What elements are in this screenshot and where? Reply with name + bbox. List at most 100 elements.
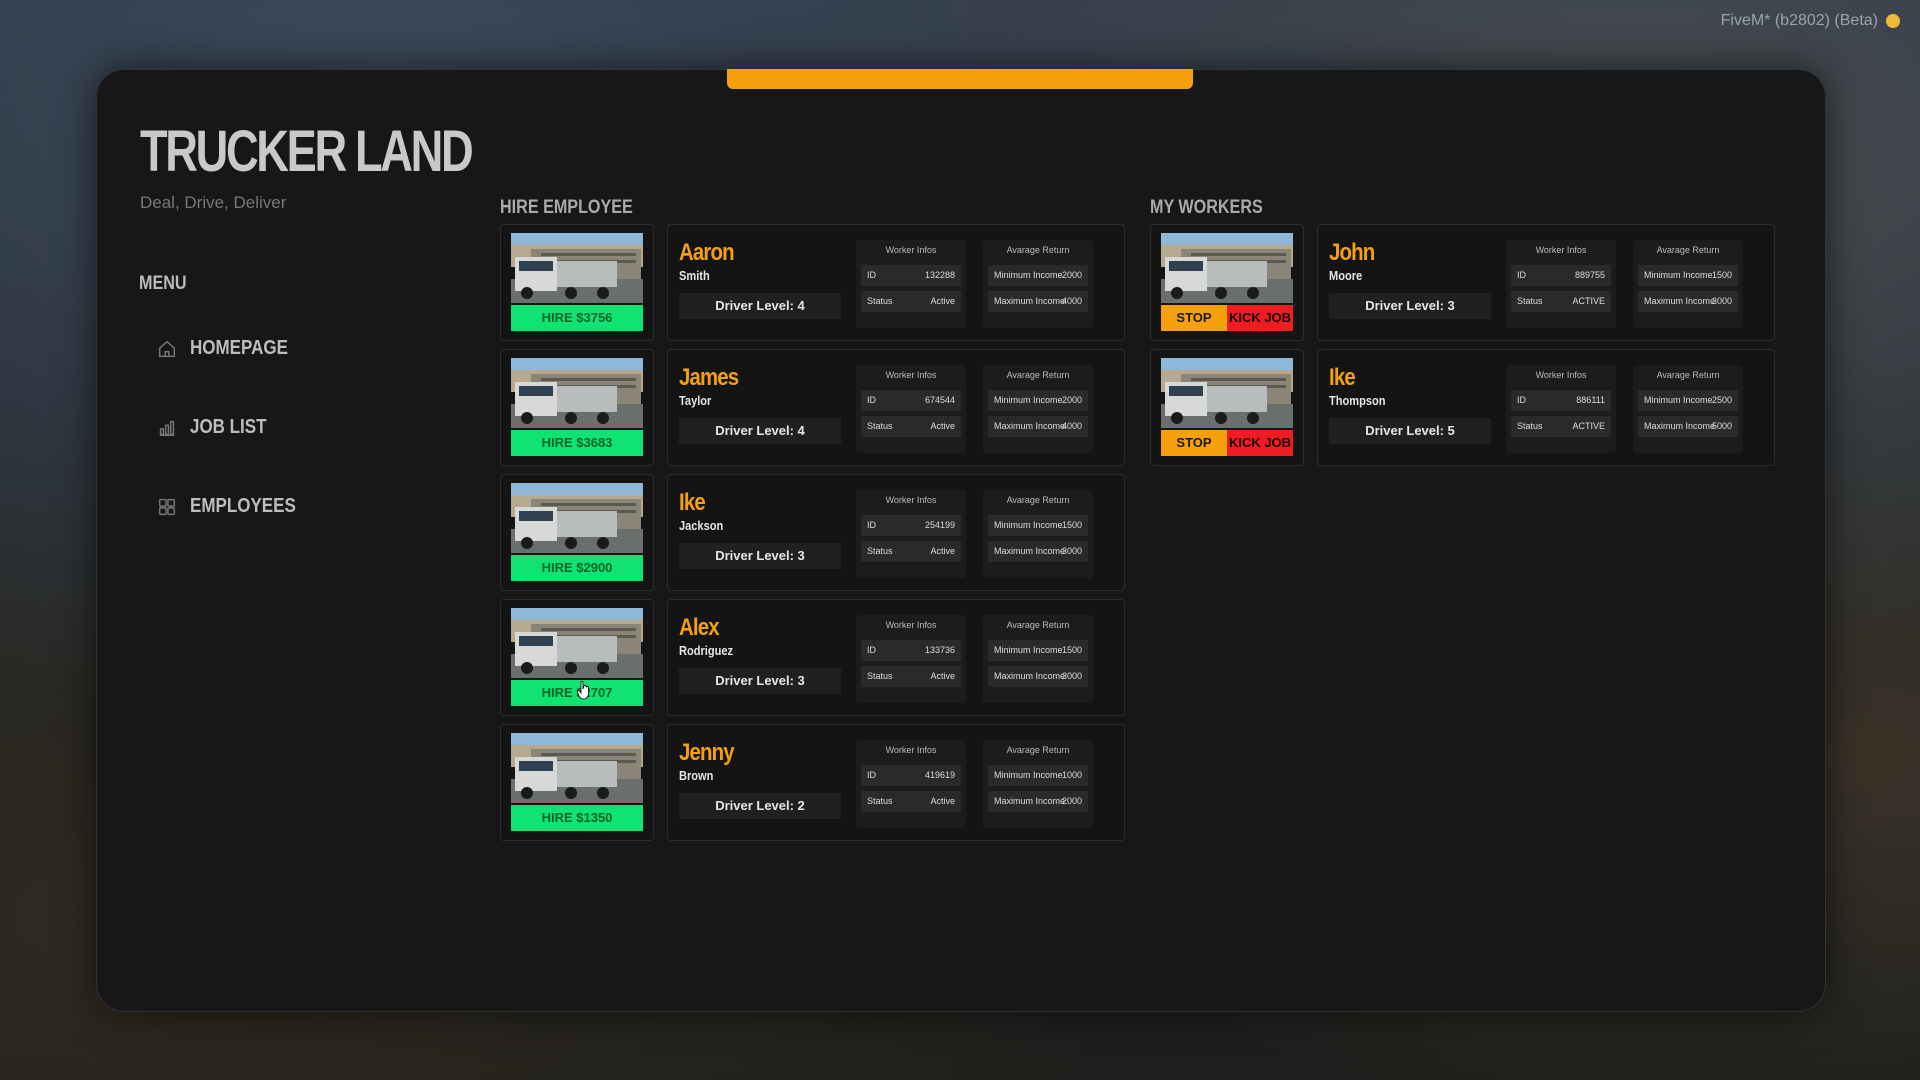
min-income-label: Minimum Income bbox=[1644, 395, 1713, 405]
average-return-box: Avarage Return Minimum Income 2000 Maximum … bbox=[983, 240, 1093, 328]
employee-image-card: HIRE $3683 bbox=[500, 349, 654, 466]
employee-image-card: HIRE $3756 bbox=[500, 224, 654, 341]
min-income-value: 1500 bbox=[1061, 520, 1082, 530]
bar-chart-icon bbox=[159, 420, 175, 436]
worker-infos-box: Worker Infos ID 674544 Status Active bbox=[856, 365, 966, 453]
stop-button[interactable]: STOP bbox=[1161, 430, 1227, 456]
status-value: Active bbox=[930, 421, 955, 431]
mouse-cursor-icon bbox=[577, 680, 589, 700]
box-title: Avarage Return bbox=[1006, 245, 1070, 255]
max-income-label: Maximum Income bbox=[994, 296, 1066, 306]
min-income-row: Minimum Income 2000 bbox=[988, 265, 1088, 286]
worker-image-card: STOP KICK JOB bbox=[1150, 224, 1304, 341]
workers-section-title: MY WORKERS bbox=[1150, 197, 1263, 218]
average-return-box: Avarage Return Minimum Income 1000 Maximum … bbox=[983, 740, 1093, 828]
box-title: Worker Infos bbox=[1535, 245, 1587, 255]
id-value: 886111 bbox=[1576, 395, 1605, 405]
id-label: ID bbox=[867, 770, 876, 780]
max-income-value: 4000 bbox=[1061, 296, 1082, 306]
grid-icon bbox=[158, 498, 176, 515]
min-income-label: Minimum Income bbox=[994, 395, 1063, 405]
kick-job-button[interactable]: KICK JOB bbox=[1227, 305, 1293, 331]
box-title: Worker Infos bbox=[885, 370, 937, 380]
average-return-box: Avarage Return Minimum Income 1500 Maximum … bbox=[983, 615, 1093, 703]
id-value: 133736 bbox=[924, 645, 955, 655]
max-income-label: Maximum Income bbox=[994, 546, 1066, 556]
max-income-label: Maximum Income bbox=[994, 421, 1066, 431]
hire-button[interactable]: HIRE $3683 bbox=[511, 430, 643, 456]
menu-item-label: JOB LIST bbox=[190, 416, 267, 438]
driver-level: Driver Level: 5 bbox=[1329, 418, 1491, 444]
max-income-row: Maximum Income 3000 bbox=[1638, 291, 1738, 312]
worker-image-card: STOP KICK JOB bbox=[1150, 349, 1304, 466]
build-text: FiveM* (b2802) (Beta) bbox=[1720, 12, 1878, 29]
max-income-row: Maximum Income 4000 bbox=[988, 291, 1088, 312]
status-value: Active bbox=[930, 796, 955, 806]
worker-infos-box: Worker Infos ID 886111 Status ACTIVE bbox=[1506, 365, 1616, 453]
average-return-box: Avarage Return Minimum Income 1500 Maximum … bbox=[1633, 240, 1743, 328]
truck-image bbox=[511, 483, 643, 553]
first-name: Aaron bbox=[679, 239, 735, 266]
max-income-row: Maximum Income 4000 bbox=[988, 416, 1088, 437]
status-row: Status Active bbox=[861, 666, 961, 687]
min-income-label: Minimum Income bbox=[994, 770, 1063, 780]
status-row: Status ACTIVE bbox=[1511, 416, 1611, 437]
last-name: Rodriguez bbox=[679, 643, 734, 658]
worker-info-card: Ike Thompson Driver Level: 5 Worker Infos ID… bbox=[1317, 349, 1775, 466]
id-value: 132288 bbox=[924, 270, 955, 280]
id-value: 889755 bbox=[1574, 270, 1605, 280]
kick-job-button[interactable]: KICK JOB bbox=[1227, 430, 1293, 456]
box-title: Worker Infos bbox=[885, 620, 937, 630]
hire-button[interactable]: HIRE $1350 bbox=[511, 805, 643, 831]
id-row: ID 133736 bbox=[861, 640, 961, 661]
min-income-value: 2500 bbox=[1711, 395, 1732, 405]
driver-level: Driver Level: 4 bbox=[679, 418, 841, 444]
first-name: Alex bbox=[679, 614, 720, 641]
worker-info-card: John Moore Driver Level: 3 Worker Infos ID 88… bbox=[1317, 224, 1775, 341]
stop-button[interactable]: STOP bbox=[1161, 305, 1227, 331]
box-title: Avarage Return bbox=[1006, 370, 1070, 380]
worker-infos-box: Worker Infos ID 132288 Status Active bbox=[856, 240, 966, 328]
max-income-value: 3000 bbox=[1711, 296, 1732, 306]
box-title: Avarage Return bbox=[1006, 620, 1070, 630]
menu-item-job-list[interactable]: JOB LIST bbox=[156, 416, 280, 439]
hire-button[interactable]: HIRE $2900 bbox=[511, 555, 643, 581]
driver-level: Driver Level: 3 bbox=[679, 543, 841, 569]
menu-item-employees[interactable]: EMPLOYEES bbox=[156, 495, 314, 518]
max-income-label: Maximum Income bbox=[994, 796, 1066, 806]
first-name: Jenny bbox=[679, 739, 735, 766]
max-income-label: Maximum Income bbox=[1644, 421, 1716, 431]
fivem-build-label: FiveM* (b2802) (Beta) bbox=[1721, 12, 1900, 30]
driver-level: Driver Level: 2 bbox=[679, 793, 841, 819]
id-value: 419619 bbox=[924, 770, 955, 780]
truck-image bbox=[511, 233, 643, 303]
truck-image bbox=[511, 608, 643, 678]
max-income-label: Maximum Income bbox=[994, 671, 1066, 681]
id-label: ID bbox=[867, 395, 876, 405]
menu-title: MENU bbox=[139, 273, 187, 294]
status-value: Active bbox=[930, 546, 955, 556]
employee-info-card: Alex Rodriguez Driver Level: 3 Worker Infos… bbox=[667, 599, 1125, 716]
max-income-row: Maximum Income 3000 bbox=[988, 666, 1088, 687]
min-income-row: Minimum Income 1000 bbox=[988, 765, 1088, 786]
hire-button[interactable]: HIRE $3756 bbox=[511, 305, 643, 331]
status-row: Status Active bbox=[861, 416, 961, 437]
id-row: ID 886111 bbox=[1511, 390, 1611, 411]
driver-level: Driver Level: 3 bbox=[1329, 293, 1491, 319]
last-name: Smith bbox=[679, 268, 710, 283]
max-income-label: Maximum Income bbox=[1644, 296, 1716, 306]
status-value: Active bbox=[930, 296, 955, 306]
id-label: ID bbox=[867, 520, 876, 530]
min-income-value: 2000 bbox=[1061, 395, 1082, 405]
max-income-row: Maximum Income 2000 bbox=[988, 791, 1088, 812]
max-income-value: 4000 bbox=[1061, 421, 1082, 431]
max-income-row: Maximum Income 3000 bbox=[988, 541, 1088, 562]
status-row: Status Active bbox=[861, 791, 961, 812]
id-label: ID bbox=[1517, 395, 1526, 405]
id-row: ID 889755 bbox=[1511, 265, 1611, 286]
status-value: ACTIVE bbox=[1572, 296, 1605, 306]
last-name: Moore bbox=[1329, 268, 1363, 283]
menu-item-homepage[interactable]: HOMEPAGE bbox=[156, 337, 305, 360]
status-label: Status bbox=[867, 296, 893, 306]
truck-image bbox=[511, 358, 643, 428]
